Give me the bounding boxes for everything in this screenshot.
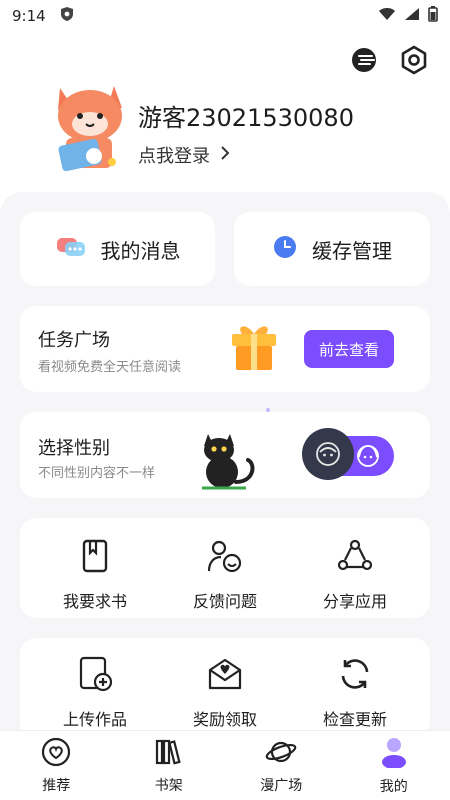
feedback-label: 反馈问题 xyxy=(192,592,257,611)
gender-subtitle: 不同性别内容不一样 xyxy=(38,466,156,481)
gender-title: 选择性别 xyxy=(38,438,110,459)
settings-icon[interactable] xyxy=(398,44,430,76)
profile-header: 游客23021530080 点我登录 xyxy=(52,82,412,182)
feedback-button[interactable]: 反馈问题 xyxy=(170,536,280,612)
male-avatar-icon xyxy=(302,428,354,480)
wifi-icon xyxy=(378,7,396,25)
main-panel: 我的消息 缓存管理 任务广场 看视频免费全天任意阅读 前去查看 选择性别 不同性… xyxy=(0,192,450,738)
status-bar: 9:14 xyxy=(0,0,450,32)
check-update-label: 检查更新 xyxy=(322,710,387,729)
signal-icon xyxy=(404,7,420,25)
refresh-icon xyxy=(335,654,375,694)
female-avatar-icon xyxy=(354,442,382,470)
bookshelf-icon xyxy=(154,737,184,771)
nav-recommend-label: 推荐 xyxy=(42,777,71,794)
planet-icon xyxy=(265,737,297,771)
nav-item-recommend[interactable]: 推荐 xyxy=(11,737,101,795)
avatar[interactable] xyxy=(52,82,128,174)
nav-item-comic-plaza[interactable]: 漫广场 xyxy=(236,737,326,795)
clock-icon xyxy=(272,234,298,265)
check-update-button[interactable]: 检查更新 xyxy=(300,654,410,730)
chat-icon xyxy=(55,234,87,265)
heart-icon xyxy=(41,737,71,771)
tools-card-2: 上传作品 奖励领取 检查更新 xyxy=(20,638,430,738)
gender-card: 选择性别 不同性别内容不一样 xyxy=(20,412,430,498)
upload-work-button[interactable]: 上传作品 xyxy=(40,654,150,730)
feedback-icon xyxy=(205,536,245,576)
tools-grid-2: 上传作品 奖励领取 检查更新 xyxy=(20,654,430,730)
cache-card[interactable]: 缓存管理 xyxy=(234,212,430,286)
upload-work-label: 上传作品 xyxy=(62,710,127,729)
login-link-label: 点我登录 xyxy=(138,146,210,167)
profile-icon xyxy=(379,736,409,772)
claim-reward-label: 奖励领取 xyxy=(192,710,257,729)
tools-grid-1: 我要求书 反馈问题 分享应用 xyxy=(20,536,430,612)
cache-label: 缓存管理 xyxy=(312,238,392,263)
share-app-label: 分享应用 xyxy=(322,592,387,611)
reward-icon xyxy=(205,654,245,694)
share-app-button[interactable]: 分享应用 xyxy=(300,536,410,612)
share-icon xyxy=(335,536,375,576)
nav-comic-plaza-label: 漫广场 xyxy=(260,777,303,794)
chevron-right-icon xyxy=(220,145,230,166)
nav-bookshelf-label: 书架 xyxy=(154,777,183,794)
username: 游客23021530080 xyxy=(138,104,354,132)
gender-toggle[interactable] xyxy=(302,428,394,480)
cat-illustration-icon xyxy=(198,424,260,494)
request-book-button[interactable]: 我要求书 xyxy=(40,536,150,612)
login-link[interactable]: 点我登录 xyxy=(138,142,230,168)
book-icon xyxy=(75,536,115,576)
shield-icon xyxy=(60,6,74,26)
messages-label: 我的消息 xyxy=(100,238,181,263)
tools-card-1: 我要求书 反馈问题 分享应用 xyxy=(20,518,430,618)
task-plaza-title: 任务广场 xyxy=(38,330,110,351)
gift-icon xyxy=(230,322,278,376)
request-book-label: 我要求书 xyxy=(62,592,127,611)
status-time: 9:14 xyxy=(12,7,46,25)
battery-icon xyxy=(428,6,438,26)
messages-card[interactable]: 我的消息 xyxy=(20,212,215,286)
task-plaza-card[interactable]: 任务广场 看视频免费全天任意阅读 前去查看 xyxy=(20,306,430,392)
upload-icon xyxy=(75,654,115,694)
task-plaza-subtitle: 看视频免费全天任意阅读 xyxy=(38,360,182,375)
claim-reward-button[interactable]: 奖励领取 xyxy=(170,654,280,730)
nav-item-bookshelf[interactable]: 书架 xyxy=(124,737,214,795)
bottom-nav: 推荐 书架 漫广场 我的 xyxy=(0,730,450,800)
view-tasks-button[interactable]: 前去查看 xyxy=(304,330,394,368)
theme-toggle-icon[interactable] xyxy=(348,44,380,76)
nav-item-mine[interactable]: 我的 xyxy=(349,736,439,796)
nav-mine-label: 我的 xyxy=(379,778,408,795)
